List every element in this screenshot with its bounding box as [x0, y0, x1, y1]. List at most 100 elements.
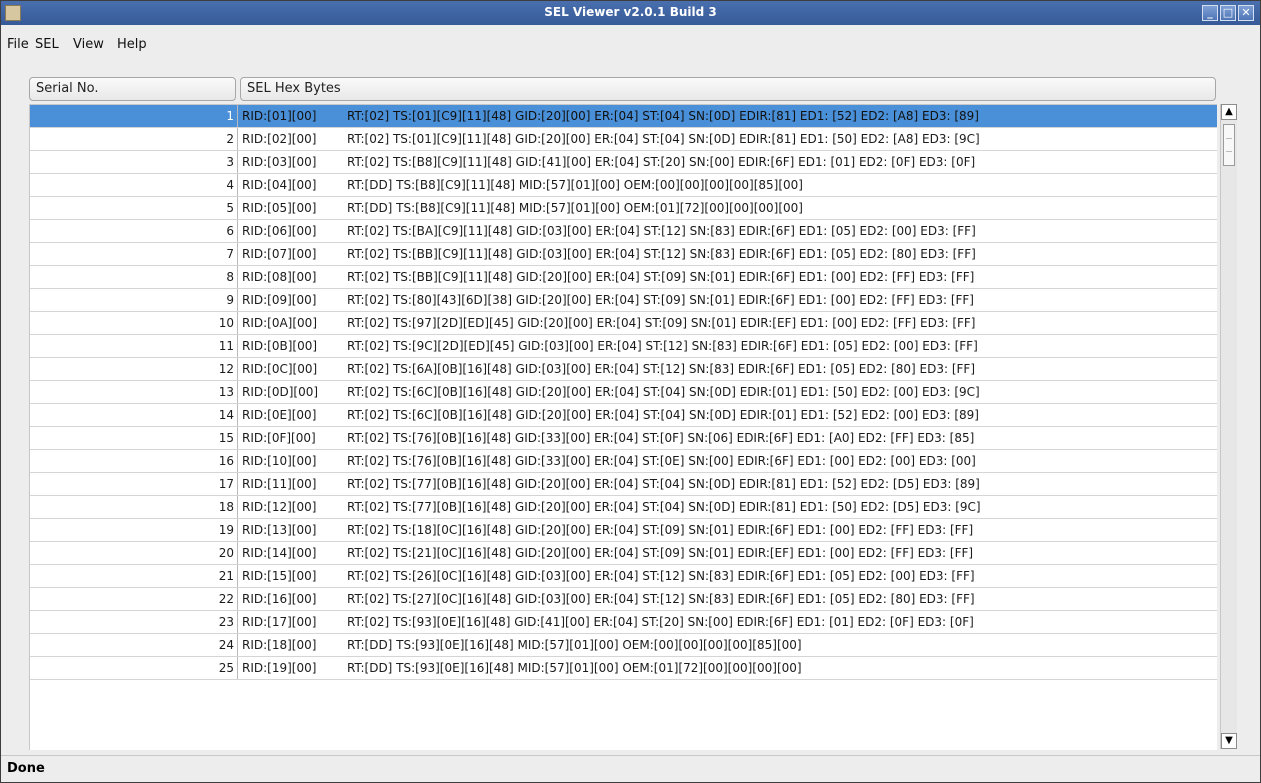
hex-bytes-cell: RT:[02] TS:[27][0C][16][48] GID:[03][00]… — [347, 592, 975, 606]
rid-cell: RID:[08][00] — [242, 270, 317, 284]
column-sel-hex-bytes[interactable]: SEL Hex Bytes — [240, 77, 1216, 101]
hex-bytes-cell: RT:[02] TS:[77][0B][16][48] GID:[20][00]… — [347, 500, 981, 514]
hex-bytes-cell: RT:[02] TS:[BB][C9][11][48] GID:[03][00]… — [347, 247, 976, 261]
hex-bytes-cell: RT:[02] TS:[6C][0B][16][48] GID:[20][00]… — [347, 385, 980, 399]
rid-cell: RID:[01][00] — [242, 109, 317, 123]
title-bar[interactable]: SEL Viewer v2.0.1 Build 3 _ □ ✕ — [1, 1, 1260, 25]
rid-cell: RID:[0E][00] — [242, 408, 317, 422]
scroll-thumb[interactable] — [1223, 124, 1235, 166]
table-row[interactable]: 7 RID:[07][00] RT:[02] TS:[BB][C9][11][4… — [30, 243, 1217, 266]
rid-cell: RID:[16][00] — [242, 592, 317, 606]
table-row[interactable]: 2 RID:[02][00] RT:[02] TS:[01][C9][11][4… — [30, 128, 1217, 151]
table-row[interactable]: 10 RID:[0A][00] RT:[02] TS:[97][2D][ED][… — [30, 312, 1217, 335]
hex-bytes-cell: RT:[02] TS:[BB][C9][11][48] GID:[20][00]… — [347, 270, 975, 284]
serial-cell: 9 — [30, 289, 238, 312]
minimize-button[interactable]: _ — [1202, 5, 1218, 21]
serial-cell: 22 — [30, 588, 238, 611]
serial-cell: 11 — [30, 335, 238, 358]
serial-cell: 13 — [30, 381, 238, 404]
rid-cell: RID:[14][00] — [242, 546, 317, 560]
rid-cell: RID:[0C][00] — [242, 362, 318, 376]
rid-cell: RID:[07][00] — [242, 247, 317, 261]
close-button[interactable]: ✕ — [1238, 5, 1254, 21]
serial-cell: 21 — [30, 565, 238, 588]
serial-cell: 16 — [30, 450, 238, 473]
table-row[interactable]: 6 RID:[06][00] RT:[02] TS:[BA][C9][11][4… — [30, 220, 1217, 243]
menu-sel[interactable]: SEL — [35, 37, 59, 52]
serial-cell: 2 — [30, 128, 238, 151]
serial-cell: 17 — [30, 473, 238, 496]
sel-table[interactable]: 1 RID:[01][00] RT:[02] TS:[01][C9][11][4… — [29, 104, 1217, 750]
serial-cell: 18 — [30, 496, 238, 519]
hex-bytes-cell: RT:[02] TS:[6A][0B][16][48] GID:[03][00]… — [347, 362, 976, 376]
table-row[interactable]: 16 RID:[10][00] RT:[02] TS:[76][0B][16][… — [30, 450, 1217, 473]
serial-cell: 20 — [30, 542, 238, 565]
table-row[interactable]: 24 RID:[18][00] RT:[DD] TS:[93][0E][16][… — [30, 634, 1217, 657]
table-row[interactable]: 18 RID:[12][00] RT:[02] TS:[77][0B][16][… — [30, 496, 1217, 519]
rid-cell: RID:[18][00] — [242, 638, 317, 652]
scroll-down-arrow-icon[interactable]: ▼ — [1221, 733, 1237, 749]
hex-bytes-cell: RT:[02] TS:[01][C9][11][48] GID:[20][00]… — [347, 109, 979, 123]
rid-cell: RID:[15][00] — [242, 569, 317, 583]
table-row[interactable]: 20 RID:[14][00] RT:[02] TS:[21][0C][16][… — [30, 542, 1217, 565]
menu-bar: File SEL View Help — [1, 33, 1260, 57]
table-row[interactable]: 11 RID:[0B][00] RT:[02] TS:[9C][2D][ED][… — [30, 335, 1217, 358]
hex-bytes-cell: RT:[02] TS:[97][2D][ED][45] GID:[20][00]… — [347, 316, 976, 330]
rid-cell: RID:[0F][00] — [242, 431, 316, 445]
serial-cell: 3 — [30, 151, 238, 174]
hex-bytes-cell: RT:[02] TS:[01][C9][11][48] GID:[20][00]… — [347, 132, 980, 146]
maximize-button[interactable]: □ — [1220, 5, 1236, 21]
serial-cell: 15 — [30, 427, 238, 450]
hex-bytes-cell: RT:[02] TS:[76][0B][16][48] GID:[33][00]… — [347, 454, 976, 468]
table-row[interactable]: 5 RID:[05][00] RT:[DD] TS:[B8][C9][11][4… — [30, 197, 1217, 220]
serial-cell: 4 — [30, 174, 238, 197]
table-row[interactable]: 17 RID:[11][00] RT:[02] TS:[77][0B][16][… — [30, 473, 1217, 496]
serial-cell: 10 — [30, 312, 238, 335]
table-row[interactable]: 4 RID:[04][00] RT:[DD] TS:[B8][C9][11][4… — [30, 174, 1217, 197]
rid-cell: RID:[09][00] — [242, 293, 317, 307]
serial-cell: 8 — [30, 266, 238, 289]
serial-cell: 24 — [30, 634, 238, 657]
hex-bytes-cell: RT:[02] TS:[6C][0B][16][48] GID:[20][00]… — [347, 408, 979, 422]
window-title: SEL Viewer v2.0.1 Build 3 — [544, 5, 717, 19]
table-row[interactable]: 25 RID:[19][00] RT:[DD] TS:[93][0E][16][… — [30, 657, 1217, 680]
status-bar: Done — [1, 755, 1260, 782]
rid-cell: RID:[0A][00] — [242, 316, 317, 330]
rid-cell: RID:[04][00] — [242, 178, 317, 192]
menu-view[interactable]: View — [73, 37, 104, 52]
serial-cell: 7 — [30, 243, 238, 266]
hex-bytes-cell: RT:[02] TS:[21][0C][16][48] GID:[20][00]… — [347, 546, 974, 560]
hex-bytes-cell: RT:[DD] TS:[93][0E][16][48] MID:[57][01]… — [347, 638, 802, 652]
rid-cell: RID:[12][00] — [242, 500, 317, 514]
hex-bytes-cell: RT:[DD] TS:[B8][C9][11][48] MID:[57][01]… — [347, 178, 803, 192]
column-serial-no[interactable]: Serial No. — [29, 77, 236, 101]
rid-cell: RID:[13][00] — [242, 523, 317, 537]
table-row[interactable]: 19 RID:[13][00] RT:[02] TS:[18][0C][16][… — [30, 519, 1217, 542]
rid-cell: RID:[03][00] — [242, 155, 317, 169]
table-row[interactable]: 21 RID:[15][00] RT:[02] TS:[26][0C][16][… — [30, 565, 1217, 588]
rid-cell: RID:[19][00] — [242, 661, 317, 675]
table-row[interactable]: 15 RID:[0F][00] RT:[02] TS:[76][0B][16][… — [30, 427, 1217, 450]
table-row[interactable]: 13 RID:[0D][00] RT:[02] TS:[6C][0B][16][… — [30, 381, 1217, 404]
menu-help[interactable]: Help — [117, 37, 147, 52]
serial-cell: 14 — [30, 404, 238, 427]
table-row[interactable]: 8 RID:[08][00] RT:[02] TS:[BB][C9][11][4… — [30, 266, 1217, 289]
table-row[interactable]: 3 RID:[03][00] RT:[02] TS:[B8][C9][11][4… — [30, 151, 1217, 174]
hex-bytes-cell: RT:[DD] TS:[93][0E][16][48] MID:[57][01]… — [347, 661, 802, 675]
rid-cell: RID:[11][00] — [242, 477, 317, 491]
table-row[interactable]: 22 RID:[16][00] RT:[02] TS:[27][0C][16][… — [30, 588, 1217, 611]
serial-cell: 5 — [30, 197, 238, 220]
table-row[interactable]: 14 RID:[0E][00] RT:[02] TS:[6C][0B][16][… — [30, 404, 1217, 427]
table-row[interactable]: 12 RID:[0C][00] RT:[02] TS:[6A][0B][16][… — [30, 358, 1217, 381]
vertical-scrollbar[interactable]: ▲ ▼ — [1220, 104, 1237, 749]
status-text: Done — [7, 761, 45, 776]
hex-bytes-cell: RT:[02] TS:[93][0E][16][48] GID:[41][00]… — [347, 615, 974, 629]
serial-cell: 25 — [30, 657, 238, 680]
table-row[interactable]: 9 RID:[09][00] RT:[02] TS:[80][43][6D][3… — [30, 289, 1217, 312]
table-row[interactable]: 1 RID:[01][00] RT:[02] TS:[01][C9][11][4… — [30, 105, 1217, 128]
table-row[interactable]: 23 RID:[17][00] RT:[02] TS:[93][0E][16][… — [30, 611, 1217, 634]
menu-file[interactable]: File — [7, 37, 29, 52]
scroll-up-arrow-icon[interactable]: ▲ — [1221, 104, 1237, 120]
serial-cell: 6 — [30, 220, 238, 243]
table-container: Serial No. SEL Hex Bytes 1 RID:[01][00] … — [29, 73, 1255, 750]
